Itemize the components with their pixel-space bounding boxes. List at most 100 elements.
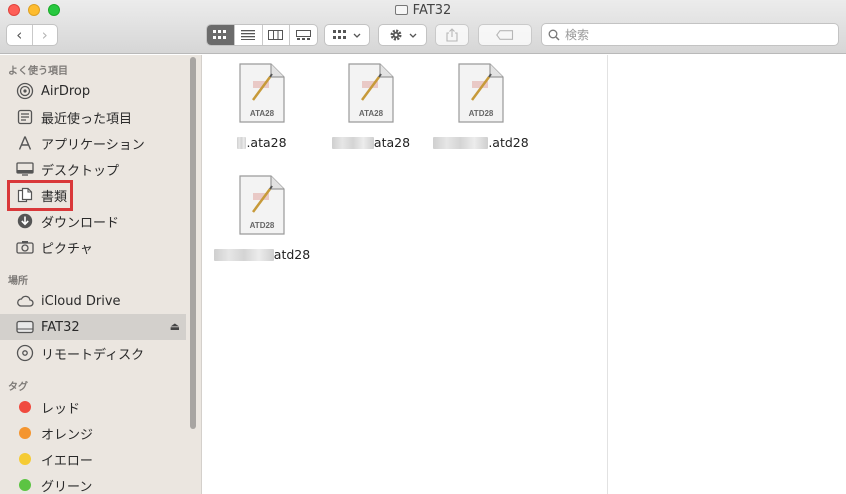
sidebar-item-pictures[interactable]: ピクチャ: [0, 234, 186, 260]
gear-icon: [390, 29, 401, 41]
icon-view-button[interactable]: [207, 25, 234, 45]
navigation-buttons: ‹ ›: [6, 24, 58, 46]
document-file-icon: ATA28: [348, 63, 394, 123]
sidebar-item-airdrop[interactable]: AirDrop: [0, 78, 186, 104]
sidebar-tag-yellow[interactable]: イエロー: [0, 446, 186, 472]
sidebar-item-desktop[interactable]: デスクトップ: [0, 156, 186, 182]
file-item[interactable]: ATA28 ata28: [316, 63, 426, 150]
sidebar-item-label: リモートディスク: [41, 347, 145, 363]
downloads-icon: [16, 212, 34, 230]
sidebar-item-label: 最近使った項目: [41, 111, 133, 127]
document-file-icon: ATD28: [239, 175, 285, 235]
document-file-icon: ATD28: [458, 63, 504, 123]
file-name: ata28: [331, 135, 411, 150]
window-title-text: FAT32: [412, 3, 452, 18]
back-button[interactable]: ‹: [7, 25, 32, 45]
column-view-button[interactable]: [261, 25, 290, 45]
search-placeholder: 検索: [565, 28, 590, 42]
sidebar-item-remote-disc[interactable]: リモートディスク: [0, 340, 186, 366]
sidebar-item-label: オレンジ: [41, 427, 94, 443]
airdrop-icon: [16, 82, 34, 100]
file-name-text: ata28: [373, 135, 411, 150]
edit-tags-button[interactable]: [478, 24, 532, 46]
locations-section-header: 場所: [8, 276, 28, 287]
tag-icon: [496, 30, 514, 40]
action-menu-button[interactable]: [378, 24, 427, 46]
redacted-text: [331, 136, 374, 149]
share-button[interactable]: [435, 24, 469, 46]
gallery-icon: [296, 30, 312, 40]
sidebar-item-label: レッド: [41, 401, 81, 417]
tag-color-dot-icon: [16, 398, 34, 416]
sidebar-tag-red[interactable]: レッド: [0, 394, 186, 420]
sidebar-item-label: FAT32: [41, 319, 80, 335]
list-icon: [241, 30, 256, 40]
applications-icon: [16, 134, 34, 152]
chevron-down-icon: [409, 33, 416, 38]
tag-color-dot-icon: [16, 424, 34, 442]
sidebar-item-label: ピクチャ: [41, 241, 93, 257]
camera-icon: [16, 238, 34, 256]
chevron-down-icon: [353, 33, 361, 38]
favorites-section-header: よく使う項目: [8, 66, 68, 77]
grid-group-icon: [333, 30, 346, 39]
disc-icon: [16, 344, 34, 362]
sidebar-tag-green[interactable]: グリーン: [0, 472, 186, 494]
sidebar-item-label: iCloud Drive: [41, 293, 121, 309]
sidebar-item-fat32[interactable]: FAT32 ⏏: [0, 314, 186, 340]
sidebar-item-icloud-drive[interactable]: iCloud Drive: [0, 288, 186, 314]
desktop-icon: [16, 160, 34, 178]
file-item[interactable]: ATA28 .ata28: [207, 63, 317, 150]
drive-icon: [394, 5, 408, 15]
search-field[interactable]: 検索: [541, 23, 839, 46]
preview-pane: [607, 55, 846, 494]
sidebar-item-recents[interactable]: 最近使った項目: [0, 104, 186, 130]
eject-icon[interactable]: ⏏: [170, 320, 180, 333]
window-toolbar: FAT32 ‹ › 検索: [0, 0, 846, 54]
document-file-icon: ATA28: [239, 63, 285, 123]
search-icon: [548, 29, 560, 41]
window-title: FAT32: [0, 3, 846, 18]
list-view-button[interactable]: [233, 25, 262, 45]
file-name: atd28: [213, 247, 311, 262]
file-type-badge: ATA28: [359, 109, 384, 118]
columns-icon: [268, 30, 284, 40]
sidebar-item-label: AirDrop: [41, 83, 91, 99]
sidebar-item-label: ダウンロード: [41, 215, 120, 231]
cloud-icon: [16, 292, 34, 310]
sidebar-item-label: グリーン: [41, 479, 93, 494]
share-icon: [446, 28, 458, 42]
tag-color-dot-icon: [16, 450, 34, 468]
view-mode-control: [206, 24, 318, 46]
sidebar-item-label: デスクトップ: [41, 163, 120, 179]
file-type-badge: ATD28: [469, 109, 494, 118]
sidebar: よく使う項目 AirDrop 最近使った項目 アプリケーション デスクトップ 書…: [0, 55, 202, 494]
redacted-text: [433, 136, 489, 149]
tags-section-header: タグ: [8, 382, 28, 393]
file-name: .ata28: [237, 135, 287, 150]
redacted-text: [237, 136, 247, 149]
file-name: .atd28: [433, 135, 529, 150]
redacted-text: [213, 248, 274, 261]
file-name-text: .atd28: [488, 135, 529, 150]
icon-grid-icon: [213, 30, 227, 39]
recents-icon: [16, 108, 34, 126]
forward-button[interactable]: ›: [31, 25, 58, 45]
sidebar-scrollbar[interactable]: [190, 57, 196, 429]
file-item[interactable]: ATD28 .atd28: [426, 63, 536, 150]
drive-icon: [16, 318, 34, 336]
tag-color-dot-icon: [16, 476, 34, 494]
sidebar-item-applications[interactable]: アプリケーション: [0, 130, 186, 156]
sidebar-tag-orange[interactable]: オレンジ: [0, 420, 186, 446]
file-type-badge: ATA28: [250, 109, 275, 118]
sidebar-item-downloads[interactable]: ダウンロード: [0, 208, 186, 234]
sidebar-item-label: アプリケーション: [41, 137, 145, 153]
sidebar-item-label: イエロー: [41, 453, 93, 469]
file-item[interactable]: ATD28 atd28: [207, 175, 317, 262]
documents-highlight-box: [7, 180, 73, 211]
gallery-view-button[interactable]: [289, 25, 317, 45]
group-by-button[interactable]: [324, 24, 370, 46]
file-name-text: atd28: [273, 247, 311, 262]
file-type-badge: ATD28: [250, 221, 275, 230]
file-browser-area: ATA28 .ata28 ATA28 ata28 ATD28 .atd28 AT…: [203, 55, 607, 494]
